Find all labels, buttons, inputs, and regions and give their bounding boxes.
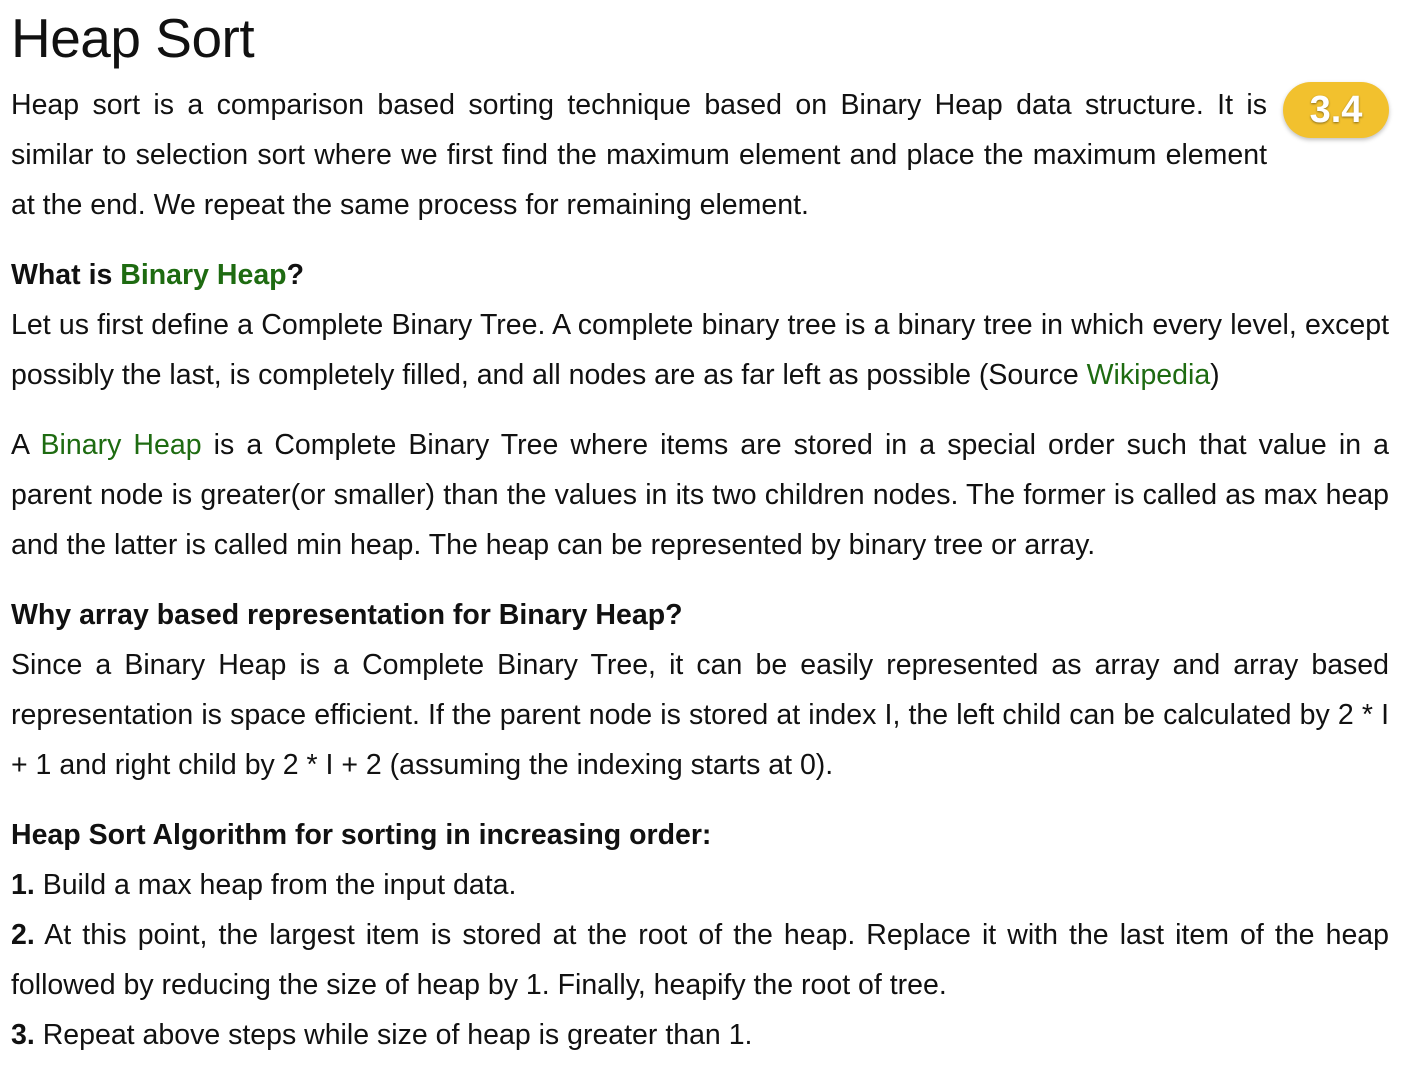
step-number: 3.	[11, 1019, 35, 1051]
algorithm-step: 1. Build a max heap from the input data.	[11, 860, 1389, 910]
step-text: At this point, the largest item is store…	[11, 919, 1389, 1001]
binary-heap-heading-link[interactable]: Binary Heap	[120, 259, 286, 291]
article: Heap Sort Heap sort is a comparison base…	[11, 0, 1389, 1060]
what-is-binary-heap-heading: What is Binary Heap?	[11, 250, 1389, 300]
paragraph-prefix: A	[11, 429, 41, 461]
array-representation-paragraph: Since a Binary Heap is a Complete Binary…	[11, 649, 1389, 781]
paragraph-end: )	[1210, 359, 1220, 391]
wikipedia-link[interactable]: Wikipedia	[1087, 359, 1211, 391]
heading-suffix: ?	[286, 259, 304, 291]
page-title: Heap Sort	[11, 7, 255, 69]
step-text: Build a max heap from the input data.	[34, 869, 517, 901]
binary-heap-paragraph: A Binary Heap is a Complete Binary Tree …	[11, 420, 1389, 570]
complete-binary-tree-paragraph: Let us first define a Complete Binary Tr…	[11, 300, 1389, 400]
step-text: Repeat above steps while size of heap is…	[34, 1019, 753, 1051]
algorithm-step: 3. Repeat above steps while size of heap…	[11, 1010, 1389, 1060]
step-number: 2.	[11, 919, 35, 951]
paragraph-text: is a Complete Binary Tree where items ar…	[11, 429, 1389, 561]
algorithm-heading: Heap Sort Algorithm for sorting in incre…	[11, 819, 712, 851]
step-number: 1.	[11, 869, 35, 901]
heading-prefix: What is	[11, 259, 121, 291]
array-representation-heading: Why array based representation for Binar…	[11, 599, 683, 631]
intro-paragraph: Heap sort is a comparison based sorting …	[11, 89, 1267, 221]
binary-heap-link[interactable]: Binary Heap	[41, 429, 202, 461]
section-number-badge: 3.4	[1283, 82, 1389, 138]
algorithm-step: 2. At this point, the largest item is st…	[11, 910, 1389, 1010]
